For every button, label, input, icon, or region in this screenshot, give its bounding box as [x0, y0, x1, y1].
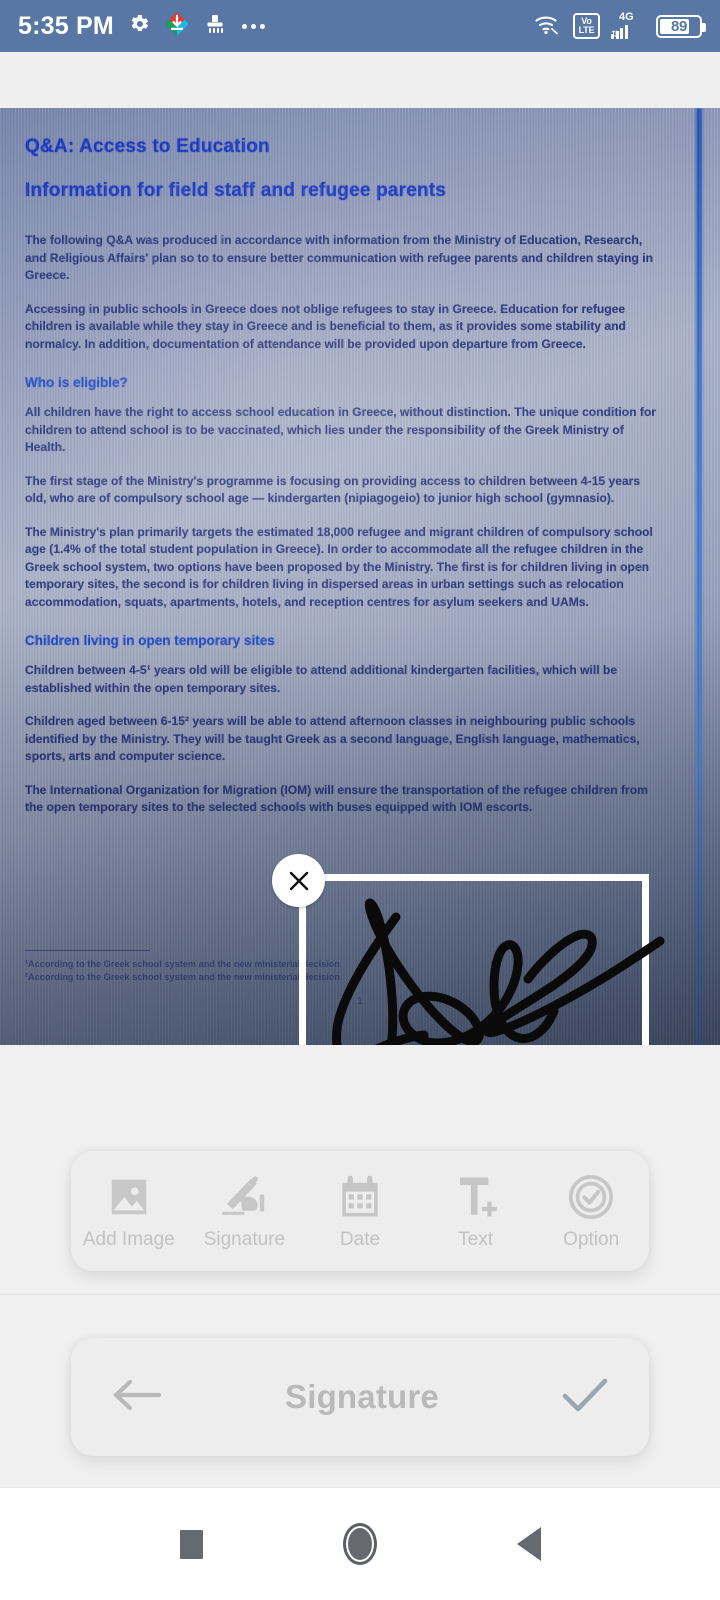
signature-placement-box[interactable] — [299, 874, 665, 1045]
close-icon — [289, 871, 308, 890]
circle-home-icon[interactable] — [342, 1523, 377, 1565]
confirm-button[interactable] — [559, 1374, 611, 1421]
doc-paragraph: Accessing in public schools in Greece do… — [25, 301, 626, 351]
calendar-icon — [338, 1172, 382, 1220]
tool-signature[interactable]: Signature — [189, 1172, 299, 1251]
doc-heading-open-sites: Children living in open temporary sites — [25, 633, 275, 648]
tool-label: Text — [458, 1228, 493, 1250]
tool-add-image[interactable]: Add Image — [74, 1172, 184, 1251]
checkmark-icon — [562, 1378, 608, 1411]
tool-label: Add Image — [82, 1228, 175, 1250]
footnote-rule — [25, 950, 150, 951]
top-gap — [0, 52, 720, 108]
tool-option[interactable]: Option — [536, 1172, 646, 1251]
triangle-back-icon[interactable] — [516, 1527, 541, 1561]
status-bar: 5:35 PM Vo LTE 4G ⇅ 89 — [0, 0, 720, 52]
doc-subtitle: Information for field staff and refugee … — [25, 180, 447, 201]
signature-action-bar: Signature — [71, 1338, 649, 1456]
doc-heading-eligible: Who is eligible? — [25, 375, 128, 390]
download-manager-icon — [164, 11, 190, 42]
doc-paragraph: The following Q&A was produced in accord… — [25, 233, 654, 282]
back-button[interactable] — [109, 1374, 165, 1421]
signal-icon: 4G ⇅ — [611, 11, 634, 39]
arrow-left-icon — [113, 1379, 162, 1410]
battery-icon: 89 — [656, 14, 706, 38]
status-clock: 5:35 PM — [18, 11, 114, 40]
doc-paragraph: Children aged between 6-15² years will b… — [25, 714, 640, 763]
cleaner-brush-icon — [203, 12, 227, 41]
signature-ink — [332, 898, 665, 1045]
gear-icon — [127, 12, 151, 41]
doc-title: Q&A: Access to Education — [25, 136, 270, 157]
doc-paragraph: All children have the right to access sc… — [25, 405, 656, 454]
overflow-dots-icon — [241, 23, 265, 29]
signature-hand-icon — [220, 1172, 268, 1220]
close-signature-button[interactable] — [272, 854, 325, 907]
text-plus-icon — [454, 1172, 498, 1220]
android-nav-bar — [0, 1487, 720, 1600]
annotation-toolbar: Add Image Signature Date Text Option — [71, 1151, 649, 1271]
square-recents-icon[interactable] — [179, 1529, 203, 1559]
doc-paragraph: The first stage of the Ministry's progra… — [25, 473, 641, 506]
status-bar-left: 5:35 PM — [18, 11, 534, 42]
status-bar-right: Vo LTE 4G ⇅ 89 — [534, 11, 706, 40]
tool-label: Option — [563, 1228, 620, 1250]
app-root: 5:35 PM Vo LTE 4G ⇅ 89 Q&A: Access to Ed… — [0, 0, 720, 1600]
tool-date[interactable]: Date — [305, 1172, 415, 1251]
volte-icon: Vo LTE — [573, 13, 600, 39]
document-preview[interactable]: Q&A: Access to Education Information for… — [0, 108, 720, 1045]
tool-text[interactable]: Text — [421, 1172, 531, 1251]
tool-label: Signature — [203, 1228, 286, 1250]
panel-divider — [0, 1294, 720, 1295]
check-circle-icon — [568, 1172, 614, 1220]
wifi-icon — [534, 13, 562, 40]
image-icon — [106, 1172, 152, 1220]
bottom-bar-title: Signature — [285, 1378, 439, 1415]
doc-paragraph: Children between 4-5¹ years old will be … — [25, 663, 618, 695]
doc-paragraph: The Ministry's plan primarily targets th… — [25, 524, 653, 609]
tool-label: Date — [339, 1228, 381, 1250]
doc-paragraph: The International Organization for Migra… — [25, 782, 648, 815]
